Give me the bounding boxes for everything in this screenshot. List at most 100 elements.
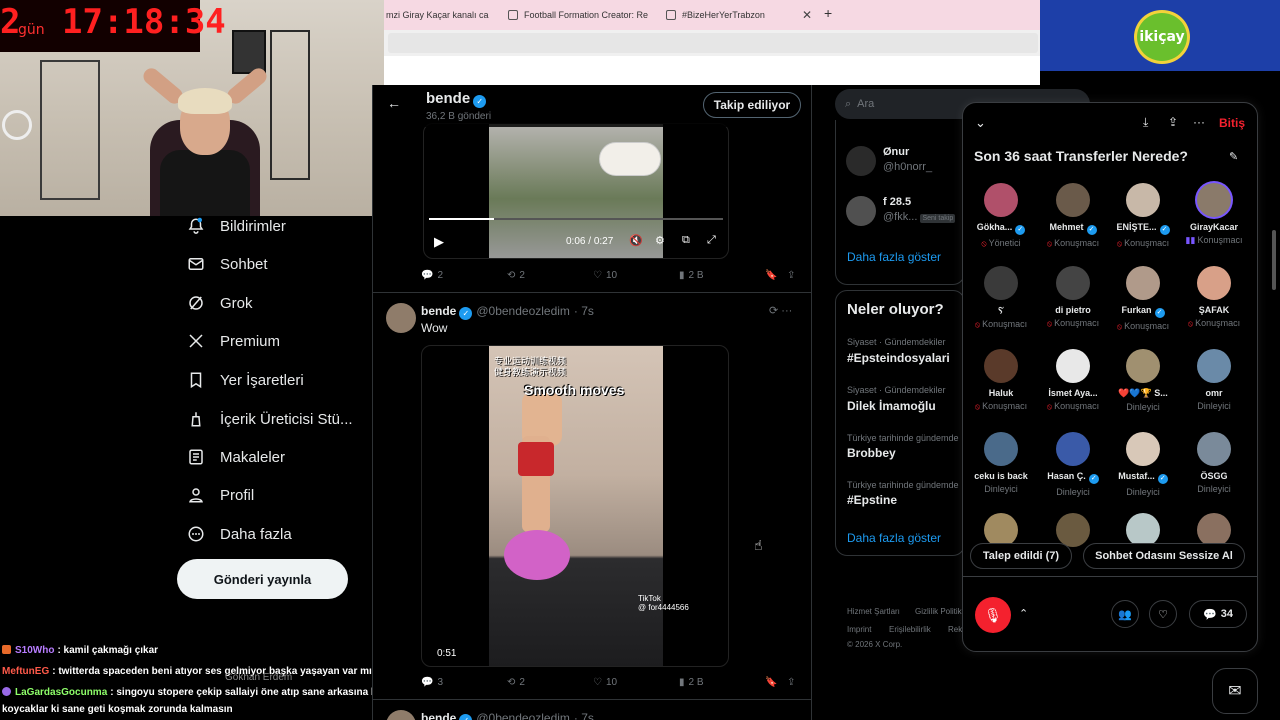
browser-tab[interactable]: mzi Giray Kaçar kanalı ca ✕ xyxy=(386,4,498,26)
speaker-tile[interactable]: Hasan Ç. ✓ Dinleyici xyxy=(1038,432,1108,512)
like-button[interactable]: ♡ 10 xyxy=(593,677,617,688)
sidebar-item-notifications[interactable]: Bildirimler xyxy=(186,212,286,240)
show-more-link[interactable]: Daha fazla göster xyxy=(847,250,941,264)
trend-category: Siyaset · Gündemdekiler xyxy=(847,385,946,395)
tweet-author-handle[interactable]: @0bendeozledim xyxy=(476,711,570,720)
speaker-tile[interactable]: İsmet Aya... ⦸ Konuşmacı xyxy=(1038,349,1108,429)
follow-suggestion[interactable]: f 28.5 @fkk... Seni takip xyxy=(846,196,964,228)
avatar[interactable] xyxy=(386,303,416,333)
views-button[interactable]: ▮ 2 B xyxy=(679,677,704,688)
close-tab-icon[interactable]: ✕ xyxy=(802,8,812,22)
sidebar-item-articles[interactable]: Makaleler xyxy=(186,443,285,471)
follow-suggestion[interactable]: Ønur @h0norr_ xyxy=(846,146,956,178)
speaker-tile[interactable]: ŞAFAK ⦸ Konuşmacı xyxy=(1179,266,1249,346)
footer-link[interactable]: Erişilebilirlik xyxy=(889,625,931,634)
speaker-tile[interactable]: GirayKacar ▮▮ Konuşmacı xyxy=(1179,183,1249,263)
speaker-tile[interactable]: ceku is back Dinleyici xyxy=(966,432,1036,512)
bookmark-button[interactable]: 🔖 xyxy=(765,270,777,281)
avatar xyxy=(1197,349,1231,383)
repost-button[interactable]: ⟲ 2 xyxy=(507,677,525,688)
like-button[interactable]: ♡ 10 xyxy=(593,270,617,281)
picture-in-picture-icon[interactable]: ⧉ xyxy=(682,234,690,247)
new-tab-button[interactable]: + xyxy=(824,5,832,21)
avatar[interactable] xyxy=(386,710,416,720)
chevron-up-icon[interactable]: ⌃ xyxy=(1019,607,1028,620)
video-player[interactable]: ▶ 0:06 / 0:27 🔇 ⚙ ⧉ ⤢ xyxy=(423,123,729,259)
speaker-tile[interactable]: Mustaf... ✓ Dinleyici xyxy=(1108,432,1178,512)
share-button[interactable]: ⇪ xyxy=(787,677,795,688)
sidebar-item-label: Profil xyxy=(220,486,255,504)
reply-button[interactable]: 💬 2 xyxy=(421,270,443,281)
sidebar-item-more[interactable]: Daha fazla xyxy=(186,520,292,548)
browser-tab[interactable]: #BizeHerYerTrabzon ✕ xyxy=(666,4,812,26)
speaker-tile[interactable]: Ⲋ ⦸ Konuşmacı xyxy=(966,266,1036,346)
webcam-overlay: 2 gün 17:18:34 xyxy=(0,0,384,216)
tweet-time[interactable]: · 7s xyxy=(574,304,594,318)
mic-muted-button[interactable]: 🎙 xyxy=(975,597,1011,633)
tweet-author-handle[interactable]: @0bendeozledim xyxy=(476,304,570,318)
browser-tab[interactable]: Football Formation Creator: Re ✕ xyxy=(508,4,652,26)
tweet-author-name[interactable]: bende xyxy=(421,711,456,720)
sidebar-item-profile[interactable]: Profil xyxy=(186,481,254,509)
mute-icon[interactable]: 🔇 xyxy=(629,234,643,247)
tweet-time[interactable]: · 7s xyxy=(574,711,594,720)
react-button[interactable]: ♡ xyxy=(1149,600,1177,628)
mute-room-button[interactable]: Sohbet Odasını Sessize Al xyxy=(1083,543,1245,569)
speaker-name-text: Mehmet xyxy=(1049,222,1084,232)
speaker-tile[interactable]: di pietro ⦸ Konuşmacı xyxy=(1038,266,1108,346)
sidebar-item-premium[interactable]: Premium xyxy=(186,327,280,355)
reply-button[interactable]: 💬 3 xyxy=(421,677,443,688)
more-icon[interactable]: ··· xyxy=(781,305,792,317)
url-field[interactable] xyxy=(388,33,1038,53)
speaker-tile[interactable]: Furkan ✓ ⦸ Konuşmacı xyxy=(1108,266,1178,346)
sidebar-item-chat[interactable]: Sohbet xyxy=(186,250,268,278)
speaker-role-text: Dinleyici xyxy=(1126,402,1160,412)
minimize-icon[interactable]: ⤓ xyxy=(1143,115,1148,130)
comments-button[interactable]: 💬 34 xyxy=(1189,600,1247,628)
speaker-tile[interactable]: ENİŞTE... ✓ ⦸ Konuşmacı xyxy=(1108,183,1178,263)
sidebar-item-bookmarks[interactable]: Yer İşaretleri xyxy=(186,366,304,394)
grok-explain-icon[interactable]: ⟳ xyxy=(769,305,778,317)
tweet-author-name[interactable]: bende xyxy=(421,304,456,318)
views-button[interactable]: ▮ 2 B xyxy=(679,270,704,281)
post-button[interactable]: Gönderi yayınla xyxy=(177,559,348,599)
repost-button[interactable]: ⟲ 2 xyxy=(507,270,525,281)
avatar xyxy=(1126,183,1160,217)
sidebar-item-creator-studio[interactable]: İçerik Üreticisi Stü... xyxy=(186,405,353,433)
share-icon[interactable]: ⇪ xyxy=(1168,115,1178,129)
footer-link[interactable]: Hizmet Şartları xyxy=(847,607,900,616)
back-arrow-icon[interactable]: ← xyxy=(387,95,401,111)
following-button[interactable]: Takip ediliyor xyxy=(703,92,801,118)
speaker-role-text: Yönetici xyxy=(988,238,1021,248)
edit-pencil-icon[interactable]: ✎ xyxy=(1229,150,1238,163)
chevron-down-icon[interactable]: ⌄ xyxy=(975,115,986,131)
chat-badge-icon xyxy=(2,645,11,654)
bookmark-button[interactable]: 🔖 xyxy=(765,677,777,688)
speaker-tile[interactable]: Haluk ⦸ Konuşmacı xyxy=(966,349,1036,429)
show-more-link[interactable]: Daha fazla göster xyxy=(847,531,941,545)
more-icon[interactable]: ··· xyxy=(1193,115,1205,129)
footer-link[interactable]: Gizlilik Politik xyxy=(915,607,962,616)
bookmark-icon xyxy=(186,370,206,390)
speaker-tile[interactable]: Gökha... ✓ ⦸ Yönetici xyxy=(966,183,1036,263)
share-button[interactable]: ⇪ xyxy=(787,270,795,281)
speaker-tile[interactable]: ÖSGG Dinleyici xyxy=(1179,432,1249,512)
requests-button[interactable]: Talep edildi (7) xyxy=(970,543,1072,569)
speaker-tile[interactable]: Mehmet ✓ ⦸ Konuşmacı xyxy=(1038,183,1108,263)
footer-link[interactable]: Rek xyxy=(948,625,962,634)
speaker-role-text: Konuşmacı xyxy=(1124,238,1170,248)
settings-gear-icon[interactable]: ⚙ xyxy=(655,234,665,247)
video-player[interactable]: 专业运动训练视频 健身教练演示视频 Smooth moves TikTok @ f… xyxy=(421,345,729,667)
play-icon[interactable]: ▶ xyxy=(434,234,444,250)
video-progress-bar[interactable] xyxy=(429,218,723,220)
sidebar-item-grok[interactable]: Grok xyxy=(186,289,253,317)
page-scrollbar[interactable] xyxy=(1272,230,1276,290)
end-space-button[interactable]: Bitiş xyxy=(1219,116,1245,130)
repost-count: 2 xyxy=(519,677,525,688)
participants-button[interactable]: 👥 xyxy=(1111,600,1139,628)
speaker-tile[interactable]: ❤️💙🏆 S... Dinleyici xyxy=(1108,349,1178,429)
footer-link[interactable]: Imprint xyxy=(847,625,871,634)
fullscreen-icon[interactable]: ⤢ xyxy=(707,234,716,247)
speaker-tile[interactable]: omr Dinleyici xyxy=(1179,349,1249,429)
messages-button[interactable]: ✉ xyxy=(1212,668,1258,714)
